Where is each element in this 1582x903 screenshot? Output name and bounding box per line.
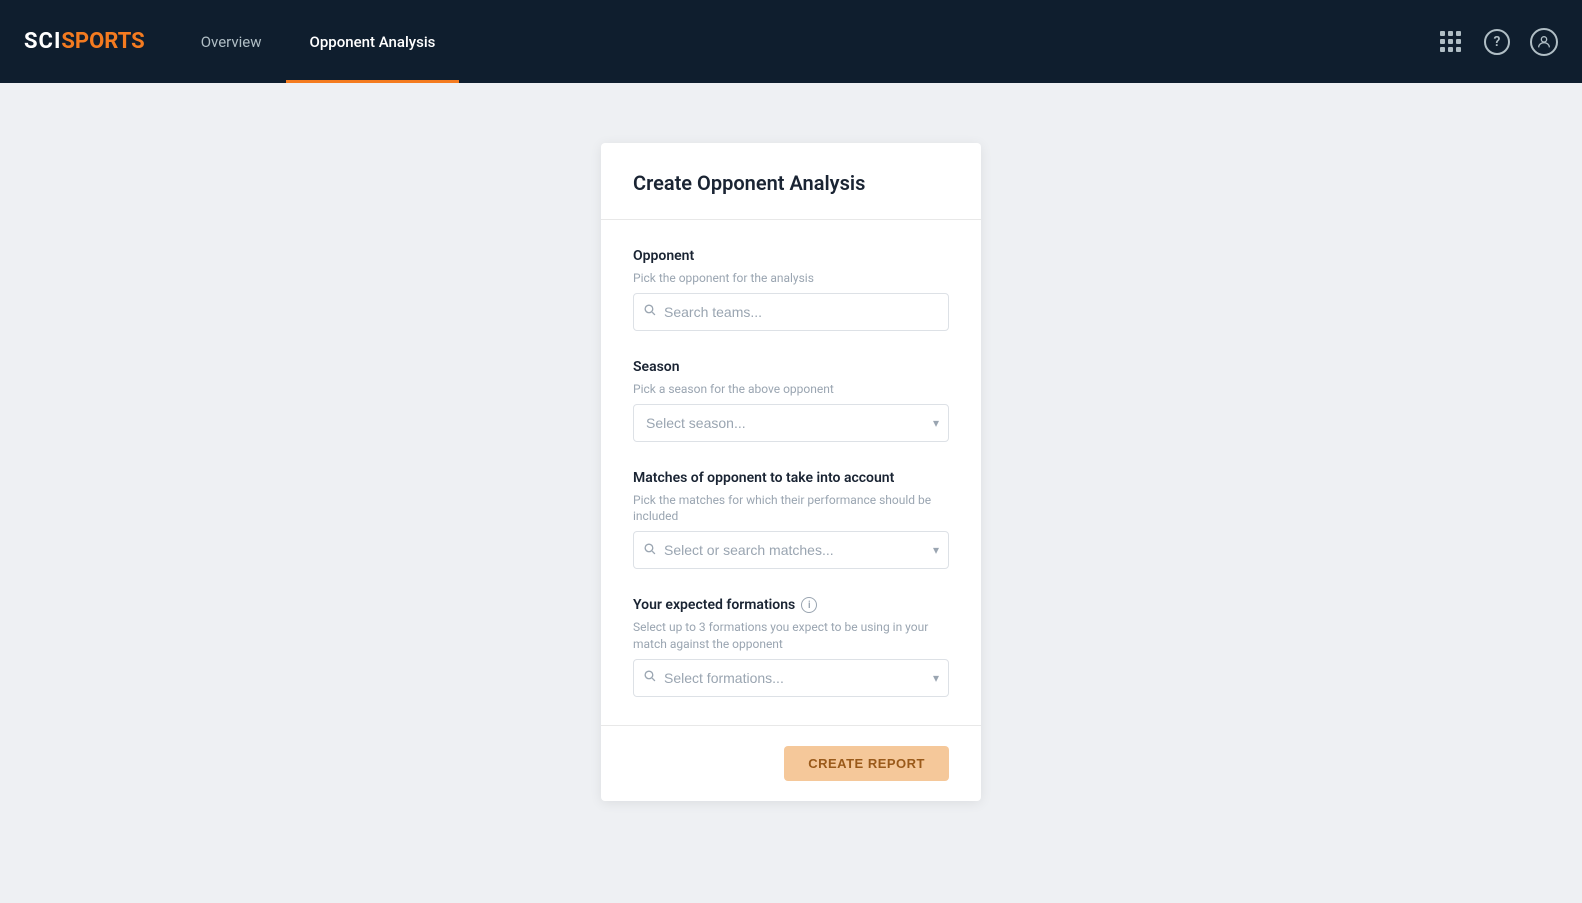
form-card-body: Opponent Pick the opponent for the analy… [601,220,981,725]
opponent-description: Pick the opponent for the analysis [633,270,949,287]
season-select-wrapper: Select season... ▾ [633,404,949,442]
navbar-right: ? [1436,28,1558,56]
grid-dots-icon [1440,31,1461,52]
form-title: Create Opponent Analysis [633,171,949,195]
create-report-button[interactable]: CREATE REPORT [784,746,949,781]
formations-select[interactable]: Select formations... [633,659,949,697]
apps-icon[interactable] [1436,28,1464,56]
matches-select[interactable]: Select or search matches... [633,531,949,569]
matches-label: Matches of opponent to take into account [633,470,949,486]
season-description: Pick a season for the above opponent [633,381,949,398]
season-field-group: Season Pick a season for the above oppon… [633,359,949,442]
nav-links: Overview Opponent Analysis [177,0,460,83]
matches-field-group: Matches of opponent to take into account… [633,470,949,570]
nav-item-opponent-analysis[interactable]: Opponent Analysis [286,0,460,83]
opponent-field-group: Opponent Pick the opponent for the analy… [633,248,949,331]
navbar: SCISPORTS Overview Opponent Analysis ? [0,0,1582,83]
formations-label: Your expected formations [633,597,795,613]
form-card-footer: CREATE REPORT [601,725,981,801]
form-card-header: Create Opponent Analysis [601,143,981,220]
logo-sports: SPORTS [61,29,144,54]
main-content: Create Opponent Analysis Opponent Pick t… [0,83,1582,903]
season-select[interactable]: Select season... [633,404,949,442]
form-card: Create Opponent Analysis Opponent Pick t… [601,143,981,801]
help-icon[interactable]: ? [1484,29,1510,55]
formations-field-group: Your expected formations i Select up to … [633,597,949,697]
opponent-search-input[interactable] [633,293,949,331]
matches-description: Pick the matches for which their perform… [633,492,949,526]
nav-item-overview[interactable]: Overview [177,0,286,83]
user-icon[interactable] [1530,28,1558,56]
opponent-input-wrapper [633,293,949,331]
formations-description: Select up to 3 formations you expect to … [633,619,949,653]
matches-select-wrapper: Select or search matches... ▾ [633,531,949,569]
opponent-label: Opponent [633,248,949,264]
logo: SCISPORTS [24,29,145,54]
season-label: Season [633,359,949,375]
formations-label-row: Your expected formations i [633,597,949,613]
info-icon[interactable]: i [801,597,817,613]
formations-select-wrapper: Select formations... ▾ [633,659,949,697]
logo-sci: SCI [24,29,61,54]
